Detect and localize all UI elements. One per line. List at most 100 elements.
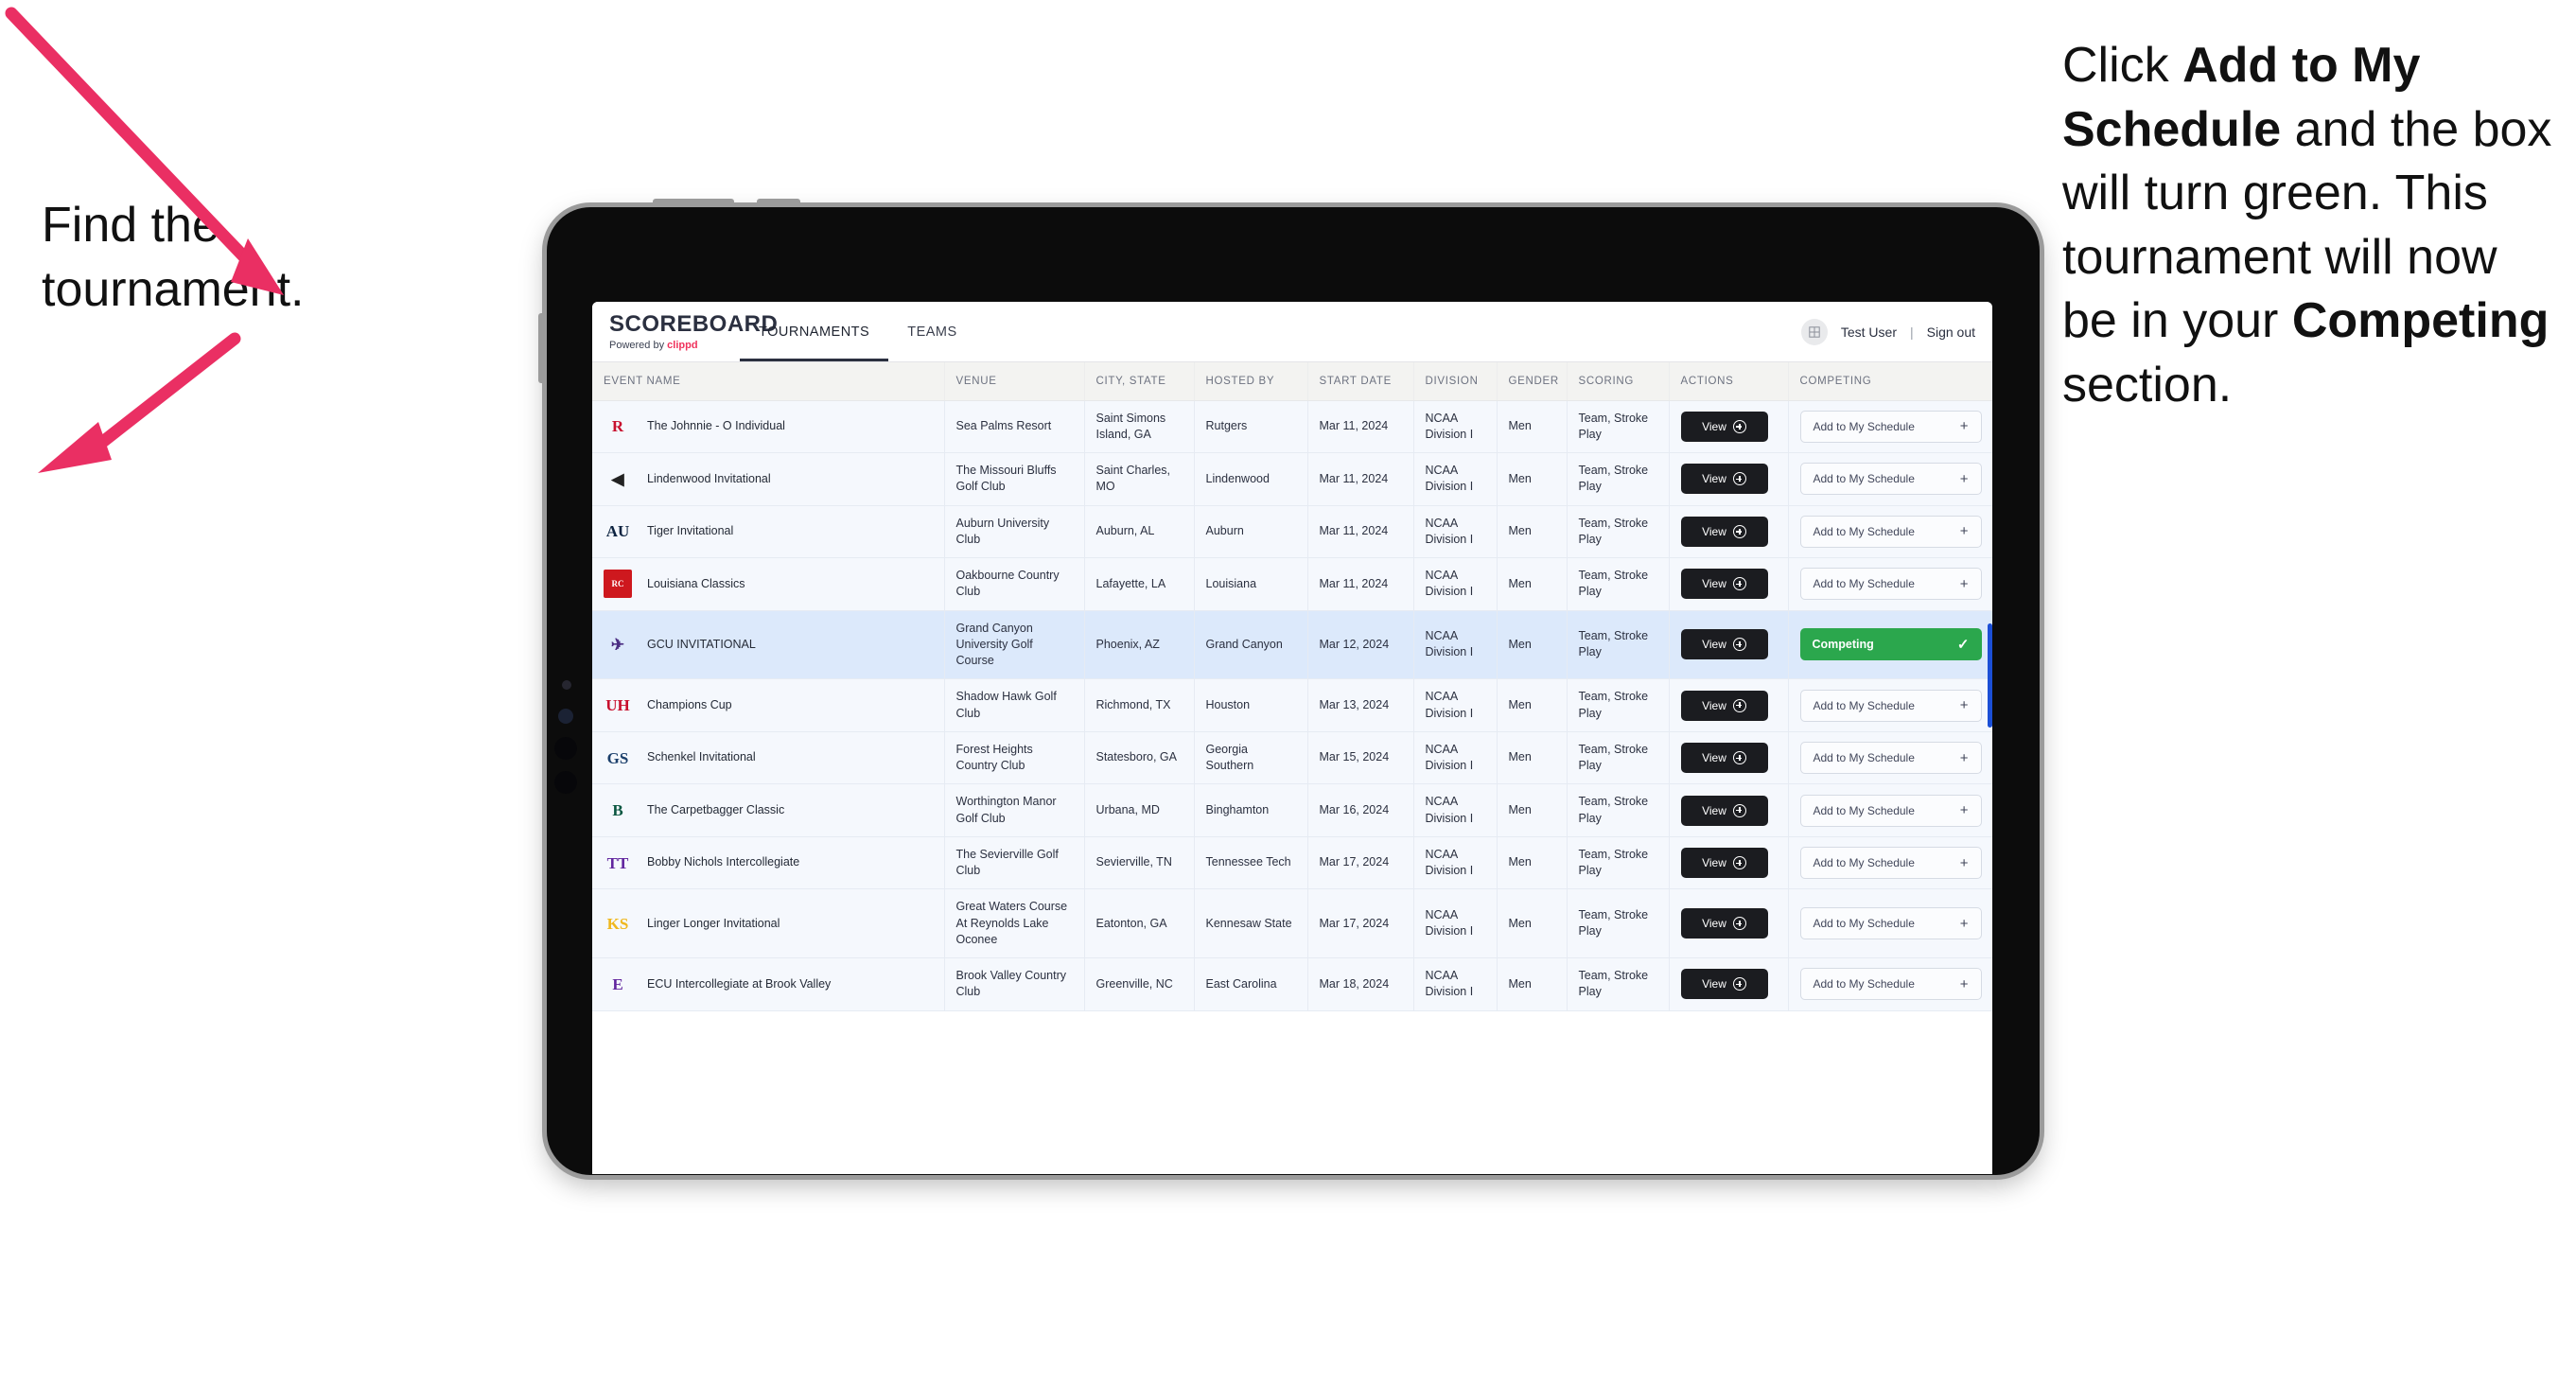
view-button-label: View [1702, 856, 1726, 869]
competing-button[interactable]: Competing ✓ [1799, 628, 1982, 661]
view-button[interactable]: View [1680, 848, 1768, 878]
cell-event-name: UH Champions Cup [592, 678, 945, 732]
cell-gender: Men [1497, 557, 1568, 611]
view-button[interactable]: View [1680, 743, 1768, 773]
team-logo-icon: B [612, 801, 623, 819]
add-to-my-schedule-button[interactable]: Add to My Schedule + [1799, 410, 1982, 443]
table-row[interactable]: GS Schenkel Invitational Forest Heights Co… [592, 731, 1992, 785]
cell-hosted-by: Houston [1194, 678, 1308, 732]
view-button[interactable]: View [1680, 516, 1768, 547]
vertical-scrollbar[interactable] [1988, 623, 1992, 728]
sign-out-link[interactable]: Sign out [1927, 325, 1975, 340]
plus-circle-icon [1732, 577, 1746, 591]
top-button[interactable] [757, 199, 800, 207]
cell-competing: Add to My Schedule + [1788, 731, 1992, 785]
brand-sub-accent: clippd [667, 339, 698, 351]
table-row[interactable]: KS Linger Longer Invitational Great Waters… [592, 888, 1992, 958]
col-start-date[interactable]: START DATE [1307, 362, 1414, 401]
view-button[interactable]: View [1680, 629, 1768, 660]
cell-start-date: Mar 11, 2024 [1307, 505, 1414, 558]
page-root: Find the tournament. Click Add to My Sche… [0, 0, 2576, 1386]
table-row[interactable]: ✈ GCU INVITATIONAL Grand Canyon University… [592, 610, 1992, 680]
col-event-name[interactable]: EVENT NAME [592, 362, 945, 401]
add-to-my-schedule-button[interactable]: Add to My Schedule + [1799, 794, 1982, 827]
col-gender[interactable]: GENDER [1497, 362, 1568, 401]
add-to-my-schedule-button[interactable]: Add to My Schedule + [1799, 968, 1982, 1001]
tab-teams[interactable]: TEAMS [888, 302, 975, 361]
cell-venue: Forest Heights Country Club [944, 731, 1085, 785]
cell-hosted-by: Kennesaw State [1194, 888, 1308, 958]
event-cell: E ECU Intercollegiate at Brook Valley [604, 970, 933, 998]
plus-icon: + [1959, 975, 1969, 992]
plus-icon: + [1959, 749, 1969, 766]
cell-actions: View [1669, 505, 1789, 558]
event-name-label: GCU INVITATIONAL [647, 637, 756, 651]
plus-icon: + [1959, 854, 1969, 871]
add-to-my-schedule-button[interactable]: Add to My Schedule + [1799, 463, 1982, 496]
cell-scoring: Team, Stroke Play [1567, 678, 1670, 732]
grid-icon[interactable] [1800, 318, 1828, 345]
cell-actions: View [1669, 731, 1789, 785]
view-button[interactable]: View [1680, 411, 1768, 442]
col-actions[interactable]: ACTIONS [1669, 362, 1789, 401]
add-to-my-schedule-button[interactable]: Add to My Schedule + [1799, 742, 1982, 774]
view-button[interactable]: View [1680, 795, 1768, 826]
col-competing[interactable]: COMPETING [1788, 362, 1992, 401]
table-row[interactable]: E ECU Intercollegiate at Brook Valley Broo… [592, 957, 1992, 1011]
cell-division: NCAA Division I [1413, 731, 1498, 785]
cell-actions: View [1669, 557, 1789, 611]
event-name-label: Louisiana Classics [647, 576, 745, 590]
tab-teams-label: TEAMS [907, 324, 957, 340]
cell-hosted-by: Auburn [1194, 505, 1308, 558]
cell-scoring: Team, Stroke Play [1567, 957, 1670, 1011]
table-row[interactable]: AU Tiger Invitational Auburn University Cl… [592, 505, 1992, 558]
cell-event-name: ◀ Lindenwood Invitational [592, 452, 945, 506]
cell-event-name: TT Bobby Nichols Intercollegiate [592, 836, 945, 890]
col-venue[interactable]: VENUE [944, 362, 1085, 401]
brand-logo[interactable]: SCOREBOARD Powered by clippd [592, 302, 778, 361]
col-hosted-by[interactable]: HOSTED BY [1194, 362, 1308, 401]
table-row[interactable]: ◀ Lindenwood Invitational The Missouri Blu… [592, 452, 1992, 506]
event-cell: KS Linger Longer Invitational [604, 909, 933, 938]
view-button[interactable]: View [1680, 464, 1768, 495]
view-button-label: View [1702, 917, 1726, 931]
team-logo-icon: AU [605, 522, 630, 541]
cell-venue: Auburn University Club [944, 505, 1085, 558]
event-name-label: Bobby Nichols Intercollegiate [647, 855, 800, 869]
table-header-row: EVENT NAME VENUE CITY, STATE HOSTED BY S… [592, 362, 1992, 401]
col-city-state[interactable]: CITY, STATE [1084, 362, 1195, 401]
power-button[interactable] [653, 199, 734, 207]
view-button[interactable]: View [1680, 969, 1768, 1000]
view-button[interactable]: View [1680, 569, 1768, 600]
table-header: EVENT NAME VENUE CITY, STATE HOSTED BY S… [592, 362, 1992, 401]
add-to-my-schedule-button[interactable]: Add to My Schedule + [1799, 689, 1982, 722]
table-row[interactable]: B The Carpetbagger Classic Worthington Man… [592, 783, 1992, 837]
table-row[interactable]: R The Johnnie - O Individual Sea Palms Res… [592, 400, 1992, 453]
add-to-my-schedule-button[interactable]: Add to My Schedule + [1799, 907, 1982, 940]
cell-division: NCAA Division I [1413, 452, 1498, 506]
cell-competing: Add to My Schedule + [1788, 505, 1992, 558]
cell-event-name: GS Schenkel Invitational [592, 731, 945, 785]
tab-tournaments[interactable]: TOURNAMENTS [740, 302, 889, 361]
add-to-my-schedule-button[interactable]: Add to My Schedule + [1799, 515, 1982, 548]
cell-venue: Grand Canyon University Golf Course [944, 610, 1085, 680]
cell-start-date: Mar 12, 2024 [1307, 610, 1414, 680]
volume-button[interactable] [538, 313, 547, 383]
tournaments-table: EVENT NAME VENUE CITY, STATE HOSTED BY S… [592, 362, 1992, 1011]
add-to-my-schedule-button[interactable]: Add to My Schedule + [1799, 847, 1982, 879]
table-row[interactable]: RC Louisiana Classics Oakbourne Country Cl… [592, 557, 1992, 611]
add-to-my-schedule-button[interactable]: Add to My Schedule + [1799, 568, 1982, 601]
col-division[interactable]: DIVISION [1413, 362, 1498, 401]
plus-circle-icon [1732, 419, 1746, 433]
table-row[interactable]: TT Bobby Nichols Intercollegiate The Sevie… [592, 836, 1992, 890]
cell-competing: Add to My Schedule + [1788, 888, 1992, 958]
tablet-device: SCOREBOARD Powered by clippd TOURNAMENTS… [538, 199, 2040, 1175]
view-button[interactable]: View [1680, 690, 1768, 721]
event-name-label: Champions Cup [647, 697, 732, 711]
cell-venue: Brook Valley Country Club [944, 957, 1085, 1011]
cell-venue: Worthington Manor Golf Club [944, 783, 1085, 837]
col-scoring[interactable]: SCORING [1567, 362, 1670, 401]
view-button[interactable]: View [1680, 908, 1768, 939]
table-row[interactable]: UH Champions Cup Shadow Hawk Golf Club Rich… [592, 678, 1992, 732]
add-to-my-schedule-label: Add to My Schedule [1813, 524, 1915, 538]
